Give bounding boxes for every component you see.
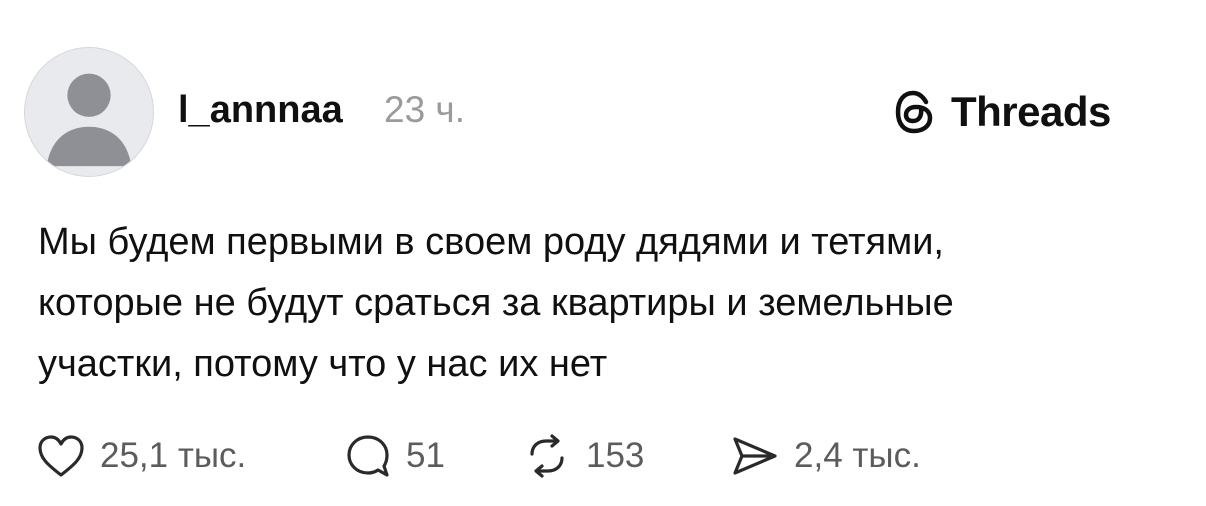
default-avatar-icon xyxy=(46,73,132,167)
post-timestamp: 23 ч. xyxy=(384,89,465,130)
reply-count: 51 xyxy=(406,436,445,475)
like-button[interactable]: 25,1 тыс. xyxy=(36,430,246,482)
send-icon xyxy=(733,437,777,475)
post-text-line: Мы будем первыми в своем роду дядями и т… xyxy=(38,221,944,263)
repost-button[interactable]: 153 xyxy=(522,430,644,482)
post-actions: 25,1 тыс. 51 153 2,4 тыс. xyxy=(36,430,1036,482)
threads-brand: Threads xyxy=(893,84,1111,140)
share-count: 2,4 тыс. xyxy=(794,436,921,475)
heart-icon xyxy=(38,435,84,477)
repost-count: 153 xyxy=(586,436,645,475)
comment-icon xyxy=(347,435,389,477)
post-text: Мы будем первыми в своем роду дядями и т… xyxy=(38,212,1178,395)
post-text-line: которые не будут сраться за квартиры и з… xyxy=(38,282,954,324)
avatar[interactable] xyxy=(24,47,154,177)
post-text-line: участки, потому что у нас их нет xyxy=(38,343,608,385)
threads-logo-icon xyxy=(895,90,933,134)
share-button[interactable]: 2,4 тыс. xyxy=(730,430,921,482)
brand-name: Threads xyxy=(951,88,1111,135)
repost-icon xyxy=(530,434,564,478)
reply-button[interactable]: 51 xyxy=(344,430,445,482)
username[interactable]: l_annnaa xyxy=(178,88,343,132)
like-count: 25,1 тыс. xyxy=(100,436,247,475)
